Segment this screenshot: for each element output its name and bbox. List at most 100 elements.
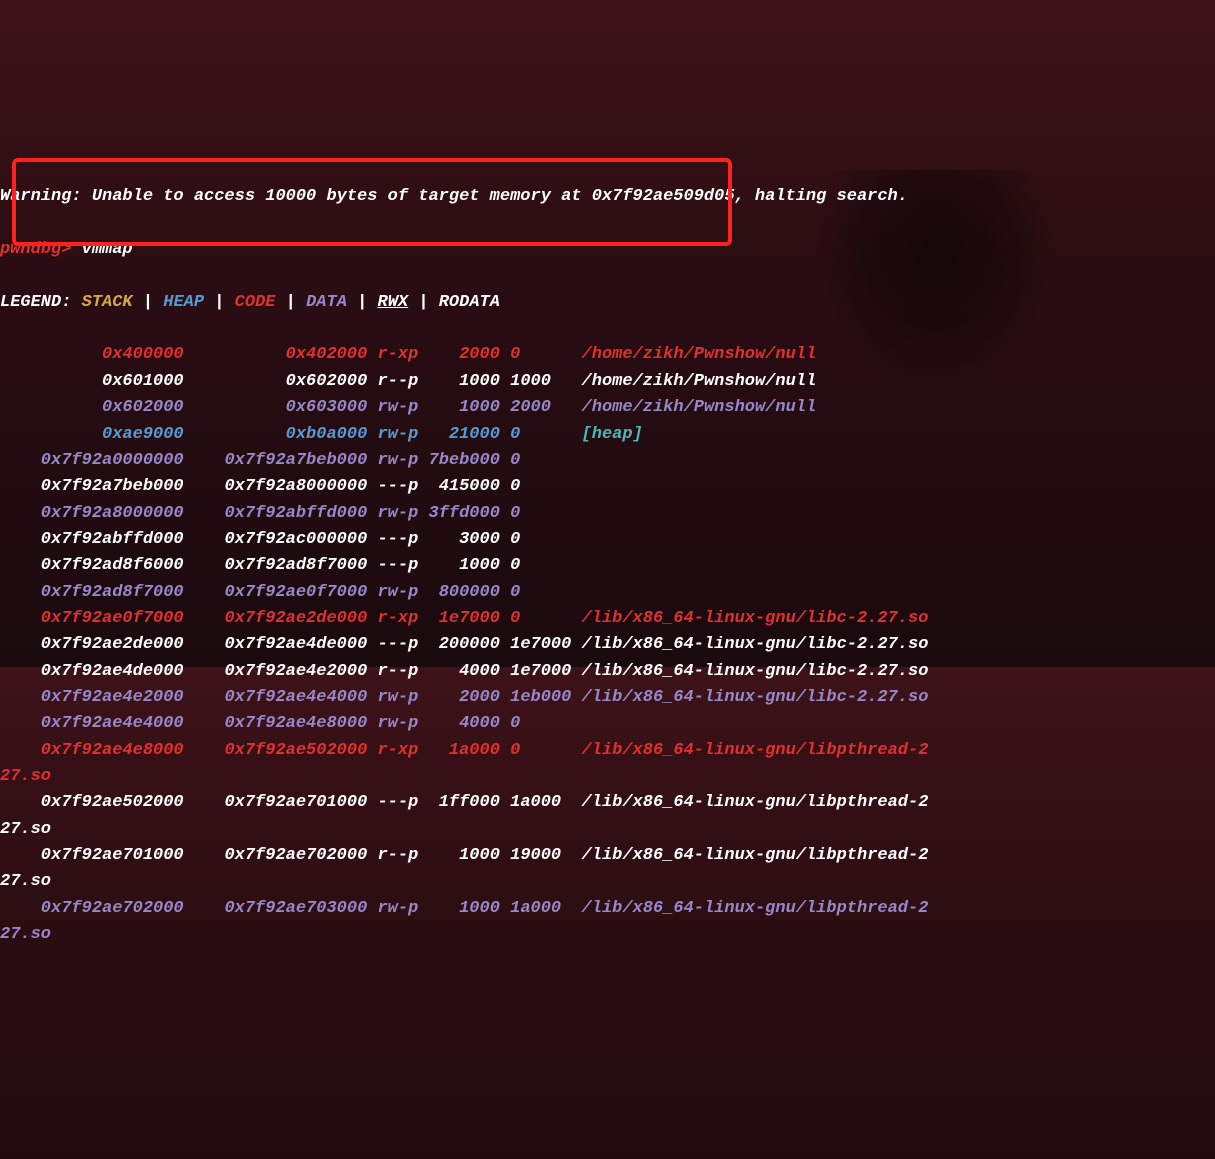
offset: 1a000 <box>500 899 571 918</box>
addr-end: 0x7f92ae4e2000 <box>184 662 368 681</box>
addr-start: 0x7f92ae0f7000 <box>0 609 184 628</box>
vmmap-row: 0x7f92ae701000 0x7f92ae702000 r--p 1000 … <box>0 843 1215 869</box>
offset: 0 <box>500 477 571 496</box>
legend-rwx: RWX <box>378 293 409 312</box>
addr-end: 0x7f92ae502000 <box>184 741 368 760</box>
offset: 1a000 <box>500 793 571 812</box>
vmmap-row-wrap: 27.so <box>0 922 1215 948</box>
offset: 1eb000 <box>500 688 571 707</box>
command-text: vmmap <box>82 240 133 259</box>
size: 4000 <box>418 714 500 733</box>
addr-end: 0x7f92ae4e8000 <box>184 714 368 733</box>
perms: rw-p <box>367 583 418 602</box>
addr-start: 0x7f92ae4e8000 <box>0 741 184 760</box>
addr-start: 0x7f92a7beb000 <box>0 477 184 496</box>
addr-start: 0x7f92ae502000 <box>0 793 184 812</box>
path: [heap] <box>571 425 642 444</box>
vmmap-row: 0x7f92ae502000 0x7f92ae701000 ---p 1ff00… <box>0 790 1215 816</box>
vmmap-table: 0x400000 0x402000 r-xp 2000 0 /home/zikh… <box>0 342 1215 948</box>
size: 415000 <box>418 477 500 496</box>
addr-start: 0x7f92ad8f6000 <box>0 556 184 575</box>
legend-rodata: RODATA <box>439 293 500 312</box>
prompt-prefix: pwndbg> <box>0 240 71 259</box>
vmmap-row: 0x7f92ad8f7000 0x7f92ae0f7000 rw-p 80000… <box>0 580 1215 606</box>
addr-start: 0x7f92ae4e4000 <box>0 714 184 733</box>
addr-end: 0x602000 <box>184 372 368 391</box>
vmmap-row: 0x7f92ae4e4000 0x7f92ae4e8000 rw-p 4000 … <box>0 711 1215 737</box>
vmmap-row: 0x400000 0x402000 r-xp 2000 0 /home/zikh… <box>0 342 1215 368</box>
vmmap-row: 0x7f92ae0f7000 0x7f92ae2de000 r-xp 1e700… <box>0 606 1215 632</box>
addr-start: 0x7f92ae701000 <box>0 846 184 865</box>
size: 2000 <box>418 688 500 707</box>
prompt-line[interactable]: pwndbg> vmmap <box>0 237 1215 263</box>
legend-heap: HEAP <box>163 293 204 312</box>
size: 1a000 <box>418 741 500 760</box>
legend-data: DATA <box>306 293 347 312</box>
perms: r-xp <box>367 609 418 628</box>
addr-start: 0x7f92a8000000 <box>0 504 184 523</box>
perms: rw-p <box>367 714 418 733</box>
addr-start: 0x7f92a0000000 <box>0 451 184 470</box>
legend-stack: STACK <box>82 293 133 312</box>
addr-end: 0x7f92ae4e4000 <box>184 688 368 707</box>
addr-end: 0x7f92ae702000 <box>184 846 368 865</box>
addr-end: 0x7f92ac000000 <box>184 530 368 549</box>
offset: 0 <box>500 741 571 760</box>
path: /home/zikh/Pwnshow/null <box>571 345 816 364</box>
offset: 0 <box>500 425 571 444</box>
vmmap-row: 0x7f92ae4e8000 0x7f92ae502000 r-xp 1a000… <box>0 738 1215 764</box>
vmmap-row: 0x7f92a0000000 0x7f92a7beb000 rw-p 7beb0… <box>0 448 1215 474</box>
addr-end: 0x7f92abffd000 <box>184 504 368 523</box>
offset: 1e7000 <box>500 662 571 681</box>
addr-start: 0x7f92abffd000 <box>0 530 184 549</box>
vmmap-row: 0x7f92ad8f6000 0x7f92ad8f7000 ---p 1000 … <box>0 553 1215 579</box>
addr-start: 0xae9000 <box>0 425 184 444</box>
perms: ---p <box>367 477 418 496</box>
offset: 19000 <box>500 846 571 865</box>
perms: rw-p <box>367 425 418 444</box>
offset: 0 <box>500 714 571 733</box>
vmmap-row-wrap: 27.so <box>0 817 1215 843</box>
size: 21000 <box>418 425 500 444</box>
path: /lib/x86_64-linux-gnu/libc-2.27.so <box>571 609 928 628</box>
addr-start: 0x7f92ae2de000 <box>0 635 184 654</box>
addr-start: 0x601000 <box>0 372 184 391</box>
addr-start: 0x7f92ae702000 <box>0 899 184 918</box>
size: 1000 <box>418 899 500 918</box>
addr-end: 0x7f92a7beb000 <box>184 451 368 470</box>
size: 4000 <box>418 662 500 681</box>
perms: r--p <box>367 662 418 681</box>
offset: 2000 <box>500 398 571 417</box>
path: /lib/x86_64-linux-gnu/libc-2.27.so <box>571 688 928 707</box>
vmmap-row: 0x7f92a8000000 0x7f92abffd000 rw-p 3ffd0… <box>0 501 1215 527</box>
offset: 0 <box>500 583 571 602</box>
vmmap-row: 0x7f92ae702000 0x7f92ae703000 rw-p 1000 … <box>0 896 1215 922</box>
addr-end: 0x7f92ad8f7000 <box>184 556 368 575</box>
legend-code: CODE <box>235 293 276 312</box>
addr-end: 0x402000 <box>184 345 368 364</box>
perms: r--p <box>367 372 418 391</box>
size: 1e7000 <box>418 609 500 628</box>
legend-line: LEGEND: STACK | HEAP | CODE | DATA | RWX… <box>0 290 1215 316</box>
vmmap-row: 0x602000 0x603000 rw-p 1000 2000 /home/z… <box>0 395 1215 421</box>
vmmap-row: 0x601000 0x602000 r--p 1000 1000 /home/z… <box>0 369 1215 395</box>
path: /lib/x86_64-linux-gnu/libpthread-2 <box>571 846 928 865</box>
path: /home/zikh/Pwnshow/null <box>571 372 816 391</box>
size: 1ff000 <box>418 793 500 812</box>
addr-start: 0x7f92ad8f7000 <box>0 583 184 602</box>
perms: rw-p <box>367 451 418 470</box>
vmmap-row-wrap: 27.so <box>0 764 1215 790</box>
vmmap-row: 0x7f92ae2de000 0x7f92ae4de000 ---p 20000… <box>0 632 1215 658</box>
offset: 0 <box>500 609 571 628</box>
perms: rw-p <box>367 899 418 918</box>
path: /lib/x86_64-linux-gnu/libpthread-2 <box>571 899 928 918</box>
vmmap-row: 0x7f92abffd000 0x7f92ac000000 ---p 3000 … <box>0 527 1215 553</box>
perms: r--p <box>367 846 418 865</box>
addr-end: 0x7f92a8000000 <box>184 477 368 496</box>
addr-end: 0x7f92ae2de000 <box>184 609 368 628</box>
offset: 0 <box>500 451 571 470</box>
path: /lib/x86_64-linux-gnu/libpthread-2 <box>571 741 928 760</box>
addr-end: 0xb0a000 <box>184 425 368 444</box>
size: 1000 <box>418 556 500 575</box>
size: 3ffd000 <box>418 504 500 523</box>
